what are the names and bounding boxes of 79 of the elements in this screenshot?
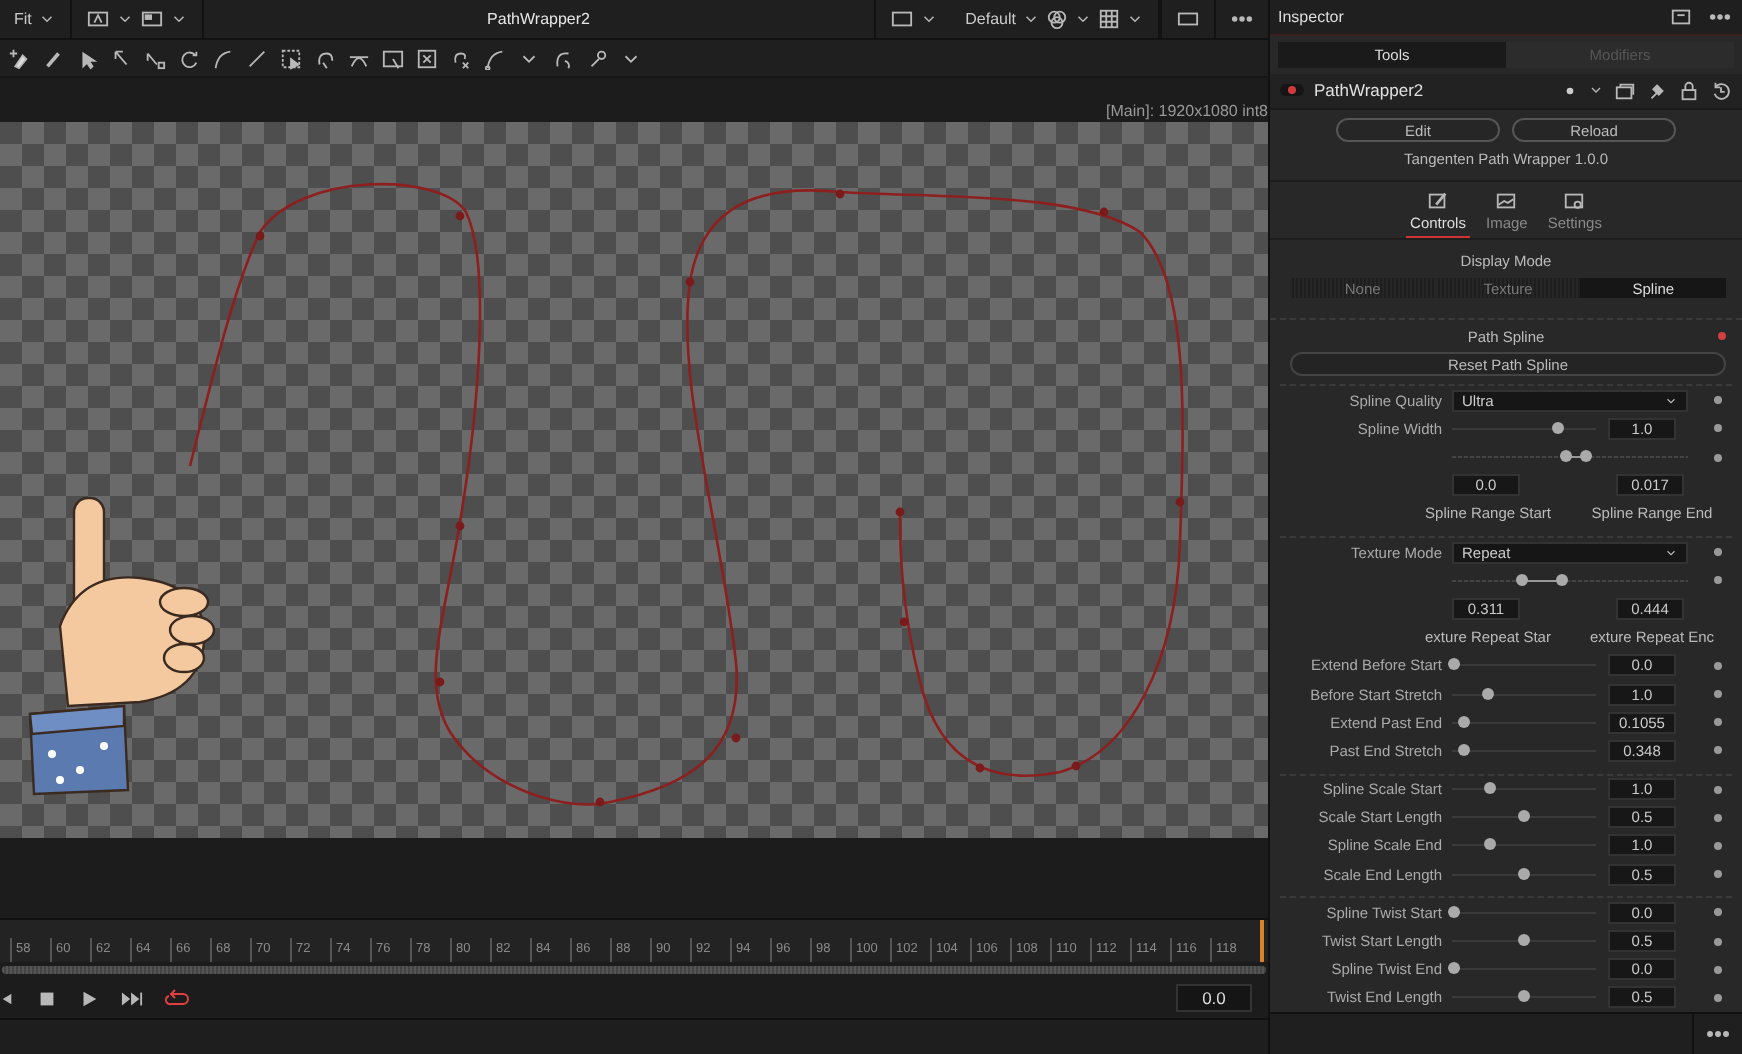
keyframe-dot[interactable] — [1713, 548, 1721, 557]
view-icon[interactable] — [85, 8, 110, 30]
keyframe-dot[interactable] — [1713, 396, 1721, 405]
node-name: PathWrapper2 — [1314, 80, 1426, 101]
fit-dropdown[interactable]: Fit — [14, 10, 32, 28]
resolution-label: [Main]: 1920x1080 int8 — [1106, 102, 1268, 120]
slider-thumb[interactable] — [1518, 934, 1530, 947]
keyframe-dot[interactable] — [1713, 661, 1721, 670]
view-icon[interactable] — [139, 8, 164, 30]
slider-thumb[interactable] — [1484, 838, 1497, 851]
range-thumb[interactable] — [1559, 450, 1572, 463]
stop-icon[interactable] — [36, 987, 58, 1009]
keyframe-dot[interactable] — [1713, 813, 1721, 822]
keyframe-dot[interactable] — [1713, 937, 1721, 946]
pencil-icon[interactable] — [42, 47, 64, 69]
lock-icon[interactable] — [1678, 79, 1700, 102]
keyframe-dot[interactable] — [1713, 870, 1721, 879]
controls-icon[interactable] — [1426, 190, 1451, 213]
curve-icon[interactable] — [484, 47, 506, 69]
image-icon[interactable] — [1494, 190, 1519, 213]
keyframe-dot[interactable] — [1713, 785, 1721, 794]
slider-thumb[interactable] — [1457, 743, 1470, 756]
layout-dropdown[interactable]: Default — [965, 10, 1016, 28]
slider-thumb[interactable] — [1484, 782, 1497, 795]
keyframe-dot[interactable] — [1713, 841, 1721, 850]
slider-thumb[interactable] — [1448, 658, 1461, 671]
slider-thumb[interactable] — [1448, 962, 1461, 975]
curve-arrow-icon[interactable] — [552, 47, 574, 69]
loop-icon[interactable] — [164, 986, 190, 1010]
pen-icon[interactable] — [8, 47, 30, 69]
keyframe-dot[interactable] — [1713, 576, 1721, 585]
keyframe-dot[interactable] — [1713, 965, 1721, 974]
grid-icon[interactable] — [1098, 8, 1120, 30]
slider-thumb[interactable] — [1457, 715, 1470, 728]
curve-close-icon[interactable] — [450, 47, 472, 69]
pointer-icon[interactable] — [76, 47, 98, 69]
range-thumb[interactable] — [1580, 450, 1593, 463]
slider-thumb[interactable] — [1518, 990, 1530, 1003]
color-wheel-icon[interactable] — [1046, 8, 1068, 30]
caret-icon — [1664, 545, 1678, 560]
rotate-icon[interactable] — [178, 47, 200, 69]
keyframe-dot[interactable] — [1718, 332, 1726, 341]
select-box-icon[interactable] — [280, 47, 302, 69]
keyframe-dot[interactable] — [1713, 424, 1721, 433]
slider-thumb[interactable] — [1482, 687, 1494, 700]
range-thumb[interactable] — [1556, 573, 1569, 586]
close-box-icon[interactable] — [416, 47, 438, 69]
viewer-title: PathWrapper2 — [485, 10, 592, 28]
keyframe-dot[interactable] — [1713, 718, 1721, 727]
slider-thumb[interactable] — [1448, 905, 1461, 918]
frame-icon[interactable] — [1176, 8, 1200, 30]
slider-thumb[interactable] — [1518, 867, 1530, 880]
keyframe-dot[interactable] — [1713, 746, 1721, 755]
keyframe-dot[interactable] — [1713, 690, 1721, 699]
settings-icon[interactable] — [1562, 190, 1587, 213]
curve-icon[interactable] — [212, 47, 234, 69]
panel-icon[interactable] — [1670, 6, 1692, 29]
slider-thumb[interactable] — [1551, 421, 1564, 434]
line-icon[interactable] — [246, 47, 268, 69]
select-box-icon[interactable] — [382, 47, 404, 69]
keyframe-dot[interactable] — [1713, 453, 1721, 462]
keyframe-dot[interactable] — [1713, 993, 1721, 1002]
skip-end-icon[interactable] — [120, 987, 144, 1009]
caret-icon — [1664, 393, 1678, 408]
keyframe-dot[interactable] — [1713, 908, 1721, 917]
reset-icon[interactable] — [1710, 79, 1732, 102]
enable-toggle[interactable] — [1280, 84, 1304, 97]
slider-thumb[interactable] — [1518, 810, 1530, 823]
play-icon[interactable] — [78, 987, 100, 1009]
pin-icon[interactable] — [586, 47, 608, 69]
curve-arrow-icon[interactable] — [314, 47, 336, 69]
copy-icon[interactable] — [1614, 79, 1636, 102]
pin-icon[interactable] — [1646, 79, 1668, 102]
pointer-icon[interactable] — [144, 47, 166, 69]
range-thumb[interactable] — [1516, 573, 1529, 586]
pointer-icon[interactable] — [110, 47, 132, 69]
panel-title: Inspector — [1278, 8, 1346, 27]
monitor-icon[interactable] — [889, 8, 914, 30]
time-field[interactable]: 0.0 — [1176, 984, 1252, 1012]
